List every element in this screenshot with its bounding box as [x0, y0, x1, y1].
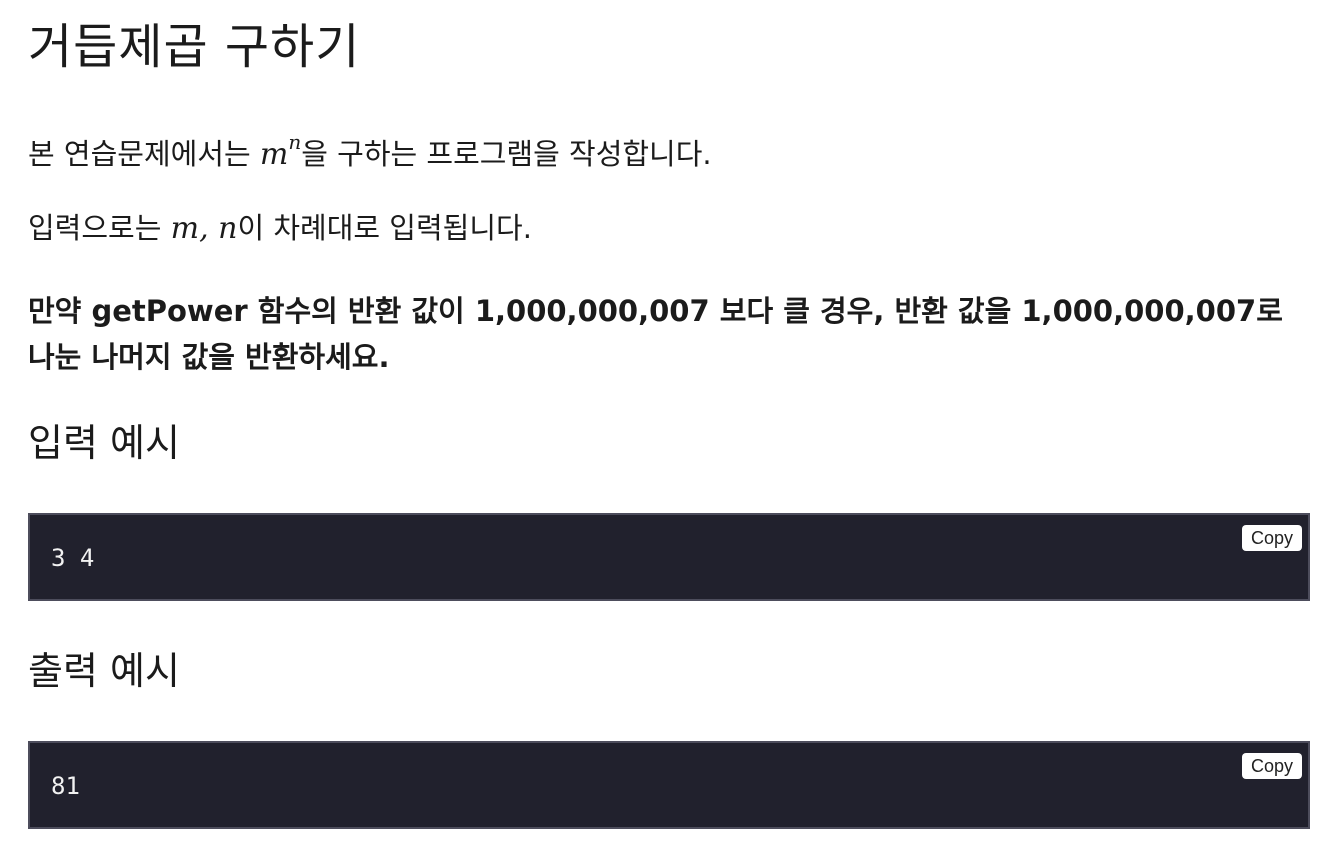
description-text-start: 본 연습문제에서는 [28, 137, 260, 171]
formula-base: m [259, 137, 289, 172]
power-formula: mn [259, 130, 301, 172]
problem-description: 본 연습문제에서는 mn을 구하는 프로그램을 작성합니다. [28, 126, 712, 175]
output-copy-button[interactable]: Copy [1241, 753, 1302, 779]
output-example-code-block: 81 Copy [28, 741, 1310, 829]
input-description-start: 입력으로는 [28, 211, 171, 245]
input-example-heading: 입력 예시 [28, 421, 180, 465]
output-example-code[interactable]: 81 [51, 769, 80, 803]
input-example-code[interactable]: 3 4 [51, 541, 94, 575]
formula-exponent: n [288, 130, 302, 154]
input-description: 입력으로는 m, n이 차례대로 입력됩니다. [28, 208, 532, 249]
input-copy-button[interactable]: Copy [1241, 525, 1302, 551]
input-variables: m, n [170, 211, 238, 246]
input-example-code-block: 3 4 Copy [28, 513, 1310, 601]
input-description-end: 이 차례대로 입력됩니다. [237, 211, 532, 245]
page-title: 거듭제곱 구하기 [28, 19, 361, 75]
output-example-heading: 출력 예시 [28, 649, 180, 693]
modulo-warning: 만약 getPower 함수의 반환 값이 1,000,000,007 보다 클… [28, 294, 1283, 374]
description-text-end: 을 구하는 프로그램을 작성합니다. [301, 137, 712, 171]
